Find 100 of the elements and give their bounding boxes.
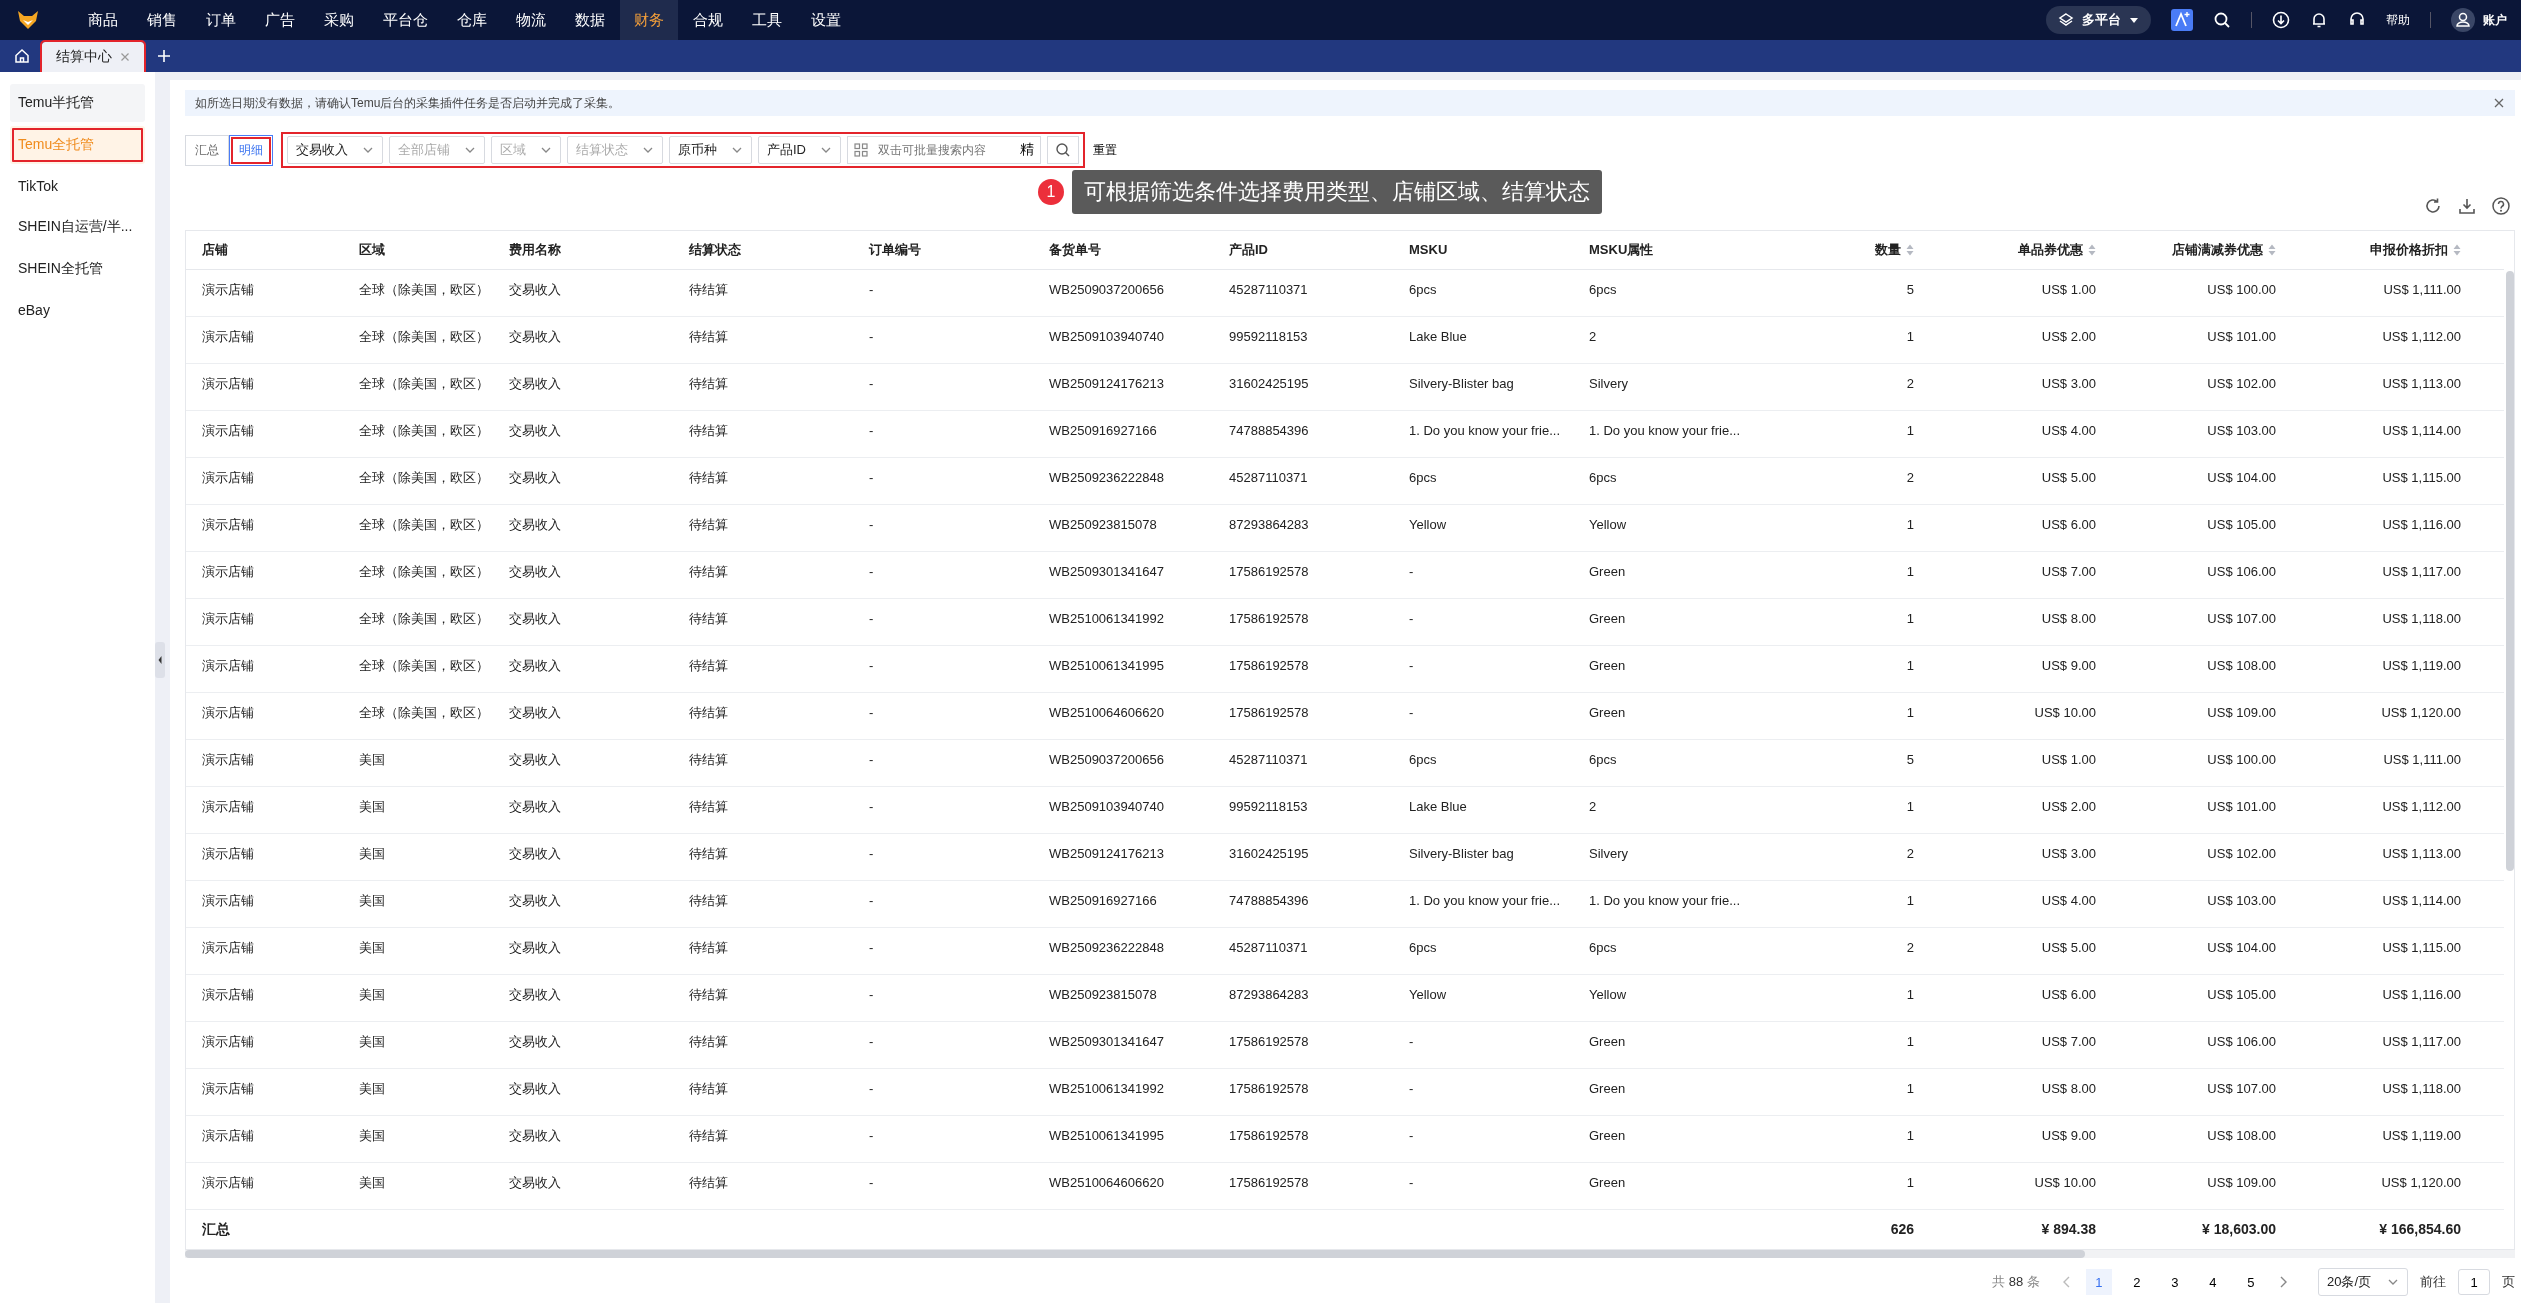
table-cell: 待结算 — [689, 328, 728, 344]
page-button[interactable]: 3 — [2161, 1269, 2188, 1295]
platform-selector[interactable]: 多平台 — [2046, 6, 2151, 34]
nav-menu-item[interactable]: 销售 — [133, 0, 191, 40]
sparkle-app-icon[interactable] — [2171, 9, 2193, 31]
table-cell: 交易收入 — [509, 1127, 561, 1143]
table-cell: 演示店铺 — [202, 1174, 254, 1190]
table-cell: 74788854396 — [1229, 422, 1309, 438]
page-button[interactable]: 4 — [2199, 1269, 2226, 1295]
table-cell: US$ 109.00 — [2207, 704, 2276, 720]
table-cell: 全球（除美国，欧区） — [359, 375, 489, 391]
column-header[interactable]: 店铺满减券优惠 — [2172, 240, 2276, 259]
filter-dropdown[interactable]: 产品ID — [758, 136, 841, 164]
page-size-select[interactable]: 20条/页 — [2317, 1268, 2408, 1296]
sidebar-item[interactable]: TikTok — [10, 168, 145, 204]
table-cell: 1 — [1906, 892, 1914, 908]
table-cell: US$ 10.00 — [2034, 1174, 2096, 1190]
table-cell: - — [869, 657, 874, 673]
nav-menu-item[interactable]: 订单 — [192, 0, 250, 40]
column-header[interactable]: 单品券优惠 — [2018, 240, 2096, 259]
add-tab-icon[interactable] — [156, 48, 172, 64]
table-cell: Lake Blue — [1409, 798, 1467, 814]
table-cell: US$ 105.00 — [2207, 516, 2276, 532]
table-cell: 演示店铺 — [202, 1080, 254, 1096]
nav-menu-item[interactable]: 平台仓 — [369, 0, 442, 40]
table-cell: Yellow — [1589, 986, 1627, 1002]
home-icon[interactable] — [14, 48, 30, 64]
search-button[interactable] — [1047, 136, 1079, 164]
help-icon[interactable] — [2491, 196, 2511, 216]
nav-menu-item[interactable]: 工具 — [738, 0, 796, 40]
table-cell: US$ 10.00 — [2034, 704, 2096, 720]
table-cell: US$ 109.00 — [2207, 1174, 2276, 1190]
table-cell: WB2509301341647 — [1049, 563, 1164, 579]
fox-logo-icon[interactable] — [16, 8, 40, 32]
grid-icon — [854, 143, 868, 157]
summary-total: 626 — [1890, 1221, 1914, 1238]
exact-match-button[interactable]: 精 — [1020, 141, 1034, 159]
nav-menu-item[interactable]: 合规 — [679, 0, 737, 40]
table-cell: US$ 104.00 — [2207, 469, 2276, 485]
table-cell: 45287110371 — [1229, 281, 1308, 297]
sidebar-item[interactable]: eBay — [10, 292, 145, 328]
nav-menu-item[interactable]: 财务 — [620, 0, 678, 40]
table-cell: US$ 1,113.00 — [2382, 845, 2461, 861]
sidebar-item[interactable]: SHEIN全托管 — [10, 250, 145, 288]
page-number-field[interactable]: 1 — [2458, 1269, 2490, 1295]
filter-dropdown[interactable]: 原币种 — [669, 136, 752, 164]
view-toggle-button[interactable]: 明细 — [229, 134, 273, 166]
table-cell: - — [869, 892, 874, 908]
table-cell: US$ 1,114.00 — [2382, 422, 2461, 438]
nav-menu-item[interactable]: 广告 — [251, 0, 309, 40]
nav-menu-item[interactable]: 仓库 — [443, 0, 501, 40]
column-header[interactable]: 数量 — [1875, 240, 1914, 259]
table-cell: 17586192578 — [1229, 1127, 1309, 1143]
table-cell: - — [869, 1033, 874, 1049]
page-button[interactable]: 5 — [2237, 1269, 2264, 1295]
table-cell: 交易收入 — [509, 281, 561, 297]
refresh-icon[interactable] — [2423, 196, 2443, 216]
search-field[interactable]: 双击可批量搜索内容 精 — [847, 136, 1041, 164]
nav-menu-item[interactable]: 商品 — [74, 0, 132, 40]
close-icon[interactable] — [2493, 97, 2505, 109]
table-cell: 待结算 — [689, 375, 728, 391]
table-cell: US$ 1,112.00 — [2382, 798, 2461, 814]
page-button[interactable]: 2 — [2123, 1269, 2150, 1295]
table-cell: 1 — [1906, 986, 1914, 1002]
download-icon[interactable] — [2457, 196, 2477, 216]
nav-menu-item[interactable]: 物流 — [502, 0, 560, 40]
table-cell: 1 — [1906, 610, 1914, 626]
sidebar-item[interactable]: SHEIN自运营/半... — [10, 208, 145, 246]
table-cell: - — [1409, 657, 1414, 673]
table-cell: US$ 1,120.00 — [2381, 1174, 2461, 1190]
nav-menu-item[interactable]: 采购 — [310, 0, 368, 40]
table-cell: 45287110371 — [1229, 939, 1308, 955]
filter-dropdown[interactable]: 交易收入 — [287, 136, 383, 164]
table-cell: 待结算 — [689, 704, 728, 720]
column-header[interactable]: 申报价格折扣 — [2370, 240, 2461, 259]
sidebar-item[interactable]: Temu半托管 — [10, 84, 145, 122]
bell-icon[interactable] — [2310, 11, 2328, 29]
table-cell: - — [869, 375, 874, 391]
view-toggle-button[interactable]: 汇总 — [185, 134, 229, 166]
table-cell: - — [869, 610, 874, 626]
avatar-icon[interactable] — [2451, 8, 2475, 32]
table-cell: - — [869, 516, 874, 532]
page-tab[interactable]: 结算中心 — [42, 42, 144, 72]
page-button[interactable]: 1 — [2085, 1269, 2112, 1295]
reset-button[interactable]: 重置 — [1093, 141, 1117, 159]
collapse-handle-icon[interactable] — [155, 642, 165, 678]
nav-menu-item[interactable]: 数据 — [561, 0, 619, 40]
search-icon[interactable] — [2213, 11, 2231, 29]
table-cell: 交易收入 — [509, 704, 561, 720]
table-cell: 1 — [1906, 1174, 1914, 1190]
horizontal-scrollbar[interactable] — [185, 1250, 2515, 1258]
download-icon[interactable] — [2272, 11, 2290, 29]
nav-menu-item[interactable]: 设置 — [797, 0, 855, 40]
account-link[interactable]: 账户 — [2483, 11, 2507, 29]
table-cell: 1. Do you know your frie... — [1589, 422, 1740, 438]
vertical-scrollbar[interactable] — [2506, 271, 2514, 871]
table-cell: Yellow — [1409, 986, 1447, 1002]
help-link[interactable]: 帮助 — [2386, 11, 2410, 29]
table-cell: 交易收入 — [509, 751, 561, 767]
table-cell: Green — [1589, 1127, 1626, 1143]
